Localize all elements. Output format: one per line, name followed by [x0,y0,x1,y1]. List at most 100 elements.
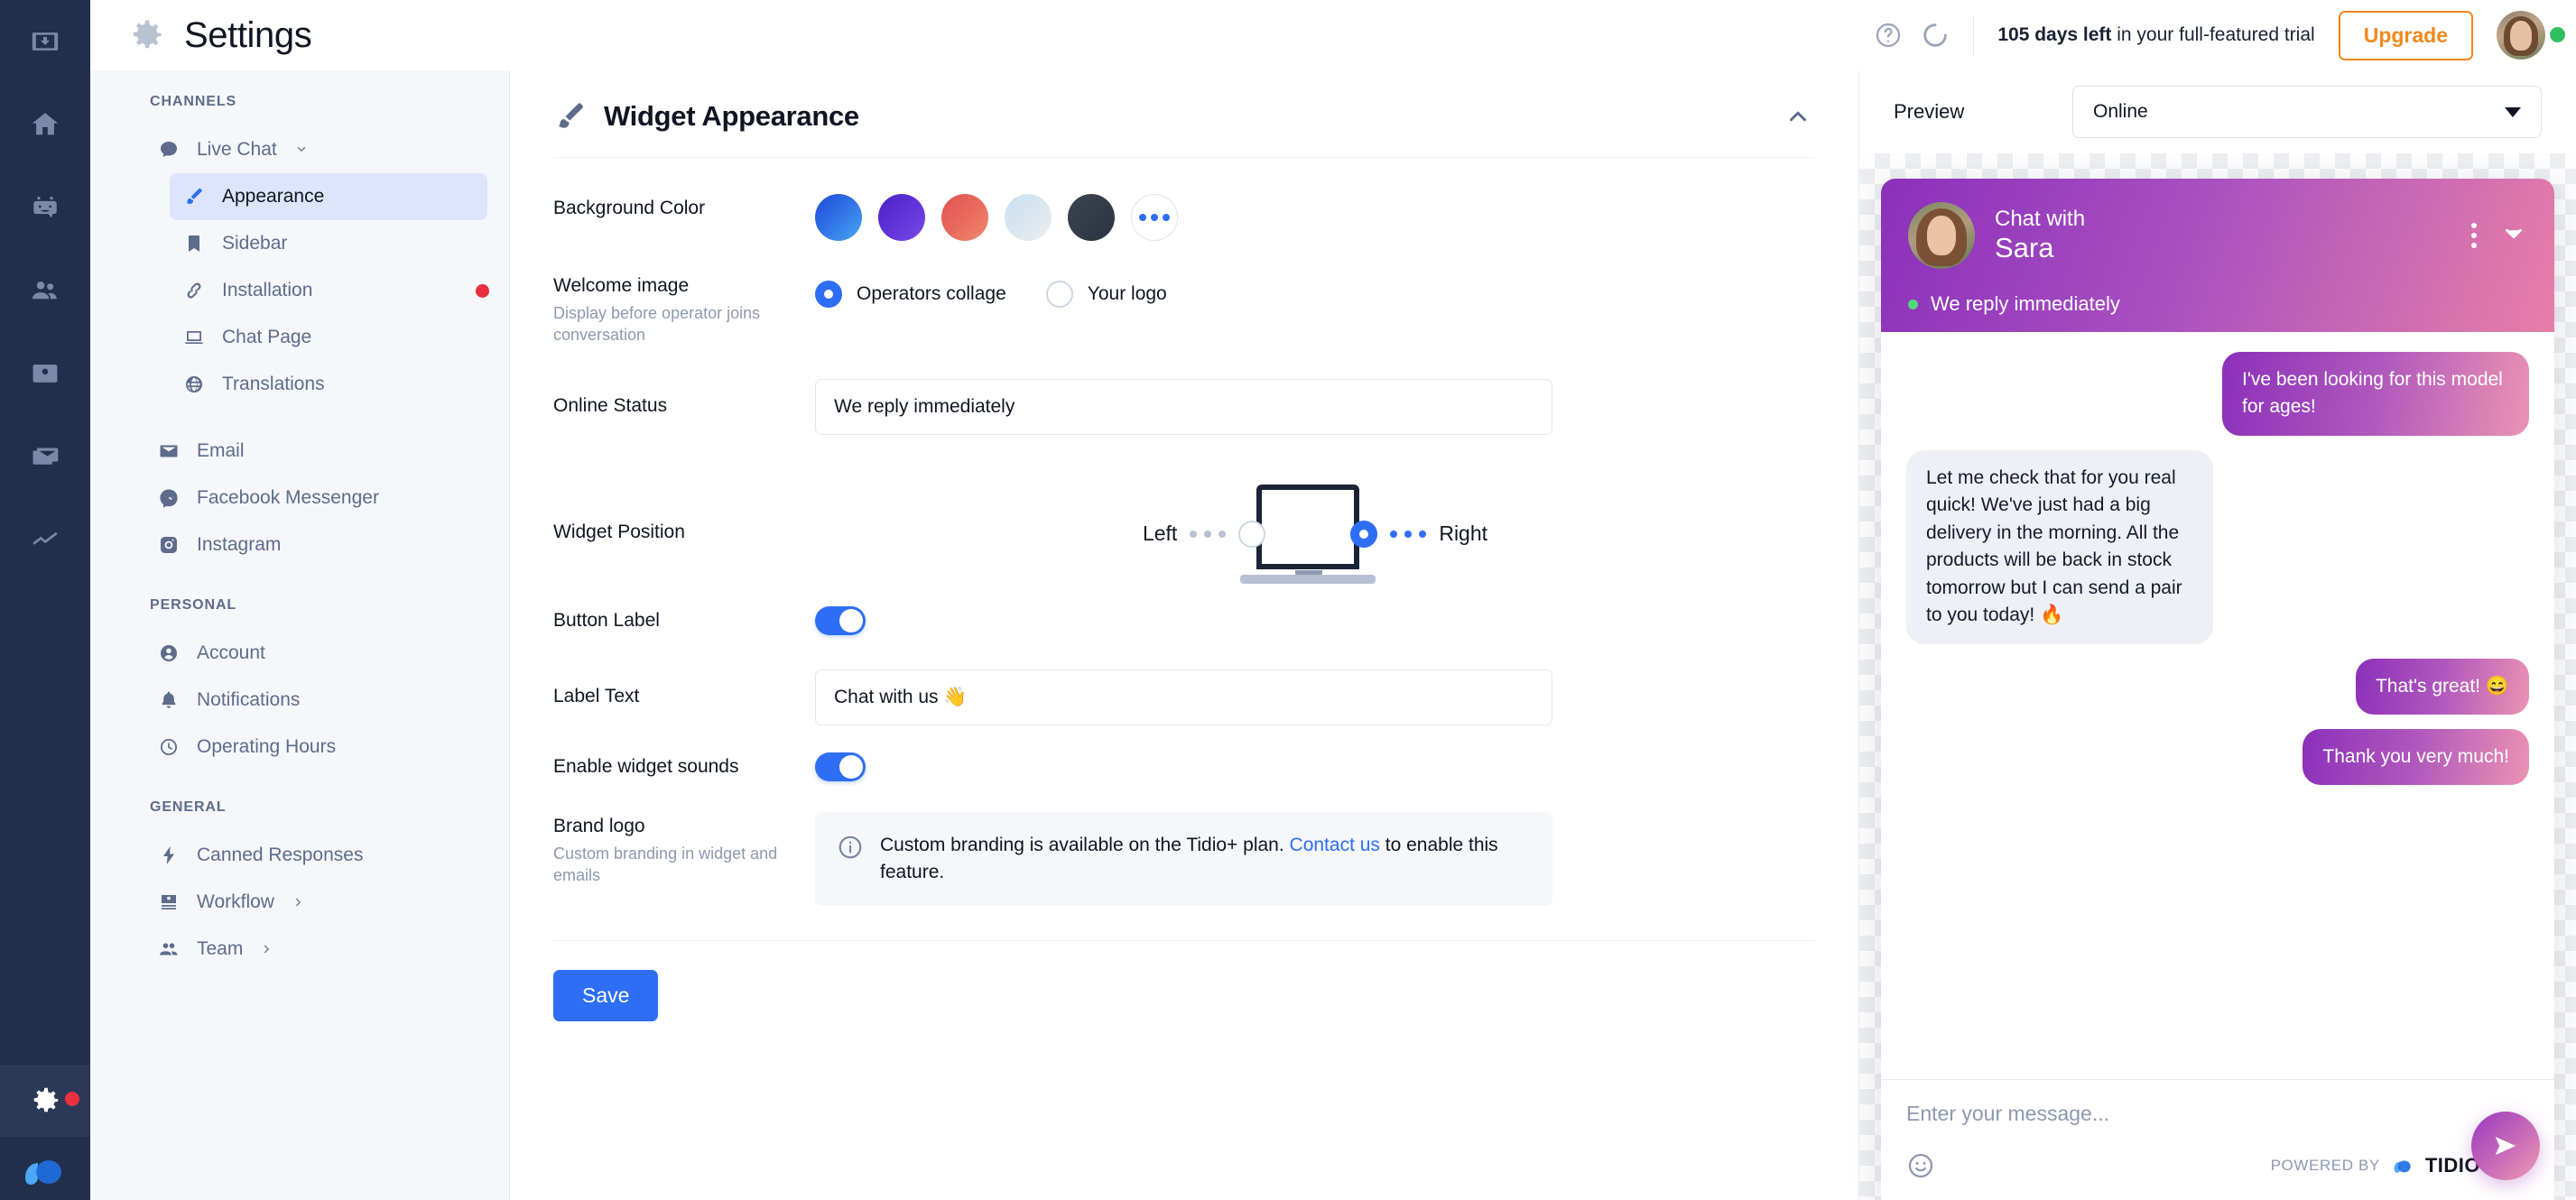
sidebar-item-team[interactable]: Team [144,926,487,973]
info-text-before: Custom branding is available on the Tidi… [880,834,1290,855]
sidebar-item-instagram[interactable]: Instagram [144,522,487,568]
powered-by-group: POWERED BY TIDIO [2271,1154,2480,1177]
position-left-label: Left [1142,522,1178,546]
appearance-form: Background Color Welcome image Display b… [510,158,1858,907]
field-sublabel: Custom branding in widget and emails [553,844,778,884]
sidebar-item-canned-responses[interactable]: Canned Responses [144,832,487,879]
analytics-icon[interactable] [20,514,70,565]
online-status-input[interactable] [815,378,1552,435]
tidio-logo-icon[interactable] [0,1137,90,1200]
avatar[interactable] [2497,11,2565,60]
radio-position-right[interactable] [1350,520,1378,548]
brand-name: TIDIO [2424,1154,2480,1177]
info-circle-icon [837,834,864,861]
chat-bubble-icon [157,138,181,162]
page-title: Settings [184,14,312,55]
save-bar: Save [510,941,1858,1022]
preview-state-select[interactable]: Online [2072,86,2542,138]
radio-position-left[interactable] [1238,520,1266,548]
clock-icon [157,735,181,759]
button-label-toggle[interactable] [815,605,866,635]
color-swatch-dark[interactable] [1068,194,1115,241]
contacts-icon[interactable] [20,348,70,399]
globe-icon [182,373,206,396]
sidebar-item-account[interactable]: Account [144,630,487,677]
sidebar-item-label: Appearance [222,186,325,207]
sidebar-item-facebook-messenger[interactable]: Facebook Messenger [144,475,487,522]
field-label-group: Widget Position [553,462,815,543]
chat-message: Let me check that for you real quick! We… [1906,449,2213,644]
more-dots-icon[interactable] [1131,194,1178,241]
sidebar-item-installation[interactable]: Installation [170,267,489,314]
upgrade-button[interactable]: Upgrade [2338,10,2473,60]
field-label-group: Enable widget sounds [553,756,815,778]
widget-status-text: We reply immediately [1931,292,2120,315]
help-circle-icon[interactable] [1865,12,1912,59]
chatbot-icon[interactable] [20,182,70,233]
sidebar-item-workflow[interactable]: Workflow [144,879,487,926]
mail-icon[interactable] [20,431,70,482]
home-icon[interactable] [20,99,70,150]
sidebar-item-live-chat[interactable]: Live Chat [144,126,487,173]
powered-by-text: POWERED BY [2270,1157,2380,1174]
rail-settings-button[interactable] [0,1065,90,1137]
sidebar-item-notifications[interactable]: Notifications [144,677,487,724]
preview-panel: Preview Online Chat with Sara We reply i… [1859,70,2576,1200]
widget-message-list: I've been looking for this model for age… [1881,332,2554,1079]
card-header: Widget Appearance [510,70,1858,134]
online-status-dot [2550,27,2565,42]
widget-sounds-toggle[interactable] [815,752,866,781]
chat-message: Thank you very much! [2303,728,2529,786]
trial-days: 105 days left [1997,24,2112,45]
sidebar-item-chat-page[interactable]: Chat Page [170,314,487,361]
sidebar-item-label: Installation [222,280,313,300]
status-dot [1908,299,1918,309]
radio-operators-collage[interactable]: Operators collage [815,281,1006,308]
brush-icon [182,185,206,208]
widget-header: Chat with Sara We reply immediately [1881,179,2554,332]
smiley-icon[interactable] [1906,1151,1935,1180]
field-widget-sounds: Enable widget sounds [553,752,1815,781]
send-icon[interactable] [2471,1112,2540,1180]
message-input[interactable]: Enter your message... [1906,1102,2529,1126]
chevron-down-icon [2505,106,2521,117]
color-swatch-blue[interactable] [815,194,862,241]
field-background-color: Background Color [553,194,1815,241]
header-divider [1973,15,1975,55]
field-label-text: Label Text [553,669,1815,725]
bolt-icon [157,844,181,867]
color-swatch-purple[interactable] [878,194,925,241]
color-swatch-light[interactable] [1005,194,1052,241]
settings-column: Settings CHANNELS Live Chat Appearance S… [90,0,510,1200]
widget-composer: Enter your message... POWERED BY TIDIO [1881,1079,2554,1200]
nav-section-personal: PERSONAL [150,597,237,613]
app-root: Settings CHANNELS Live Chat Appearance S… [0,0,2576,1200]
inbox-icon[interactable] [20,16,70,67]
sidebar-item-label: Account [197,642,265,663]
sidebar-item-appearance[interactable]: Appearance [170,173,487,220]
envelope-icon [157,439,181,463]
brand-logo-info-box: Custom branding is available on the Tidi… [815,811,1552,907]
color-swatch-coral[interactable] [941,194,988,241]
save-button[interactable]: Save [553,970,659,1022]
more-vertical-icon[interactable] [2471,223,2477,248]
sidebar-item-translations[interactable]: Translations [170,361,487,408]
chevron-down-icon[interactable] [2500,220,2527,252]
preview-header: Preview Online [1859,70,2576,153]
contact-us-link[interactable]: Contact us [1290,835,1380,855]
radio-your-logo[interactable]: Your logo [1045,281,1167,308]
nav-section-general: GENERAL [150,799,227,815]
welcome-image-options: Operators collage Your logo [815,281,1815,308]
sidebar-item-sidebar[interactable]: Sidebar [170,220,487,267]
left-dots [1190,530,1227,538]
chevron-up-icon[interactable] [1784,103,1812,134]
sidebar-item-operating-hours[interactable]: Operating Hours [144,724,487,771]
loading-spinner-icon[interactable] [1912,12,1959,59]
label-text-input[interactable] [815,669,1552,725]
sidebar-item-label: Facebook Messenger [197,487,379,508]
laptop-icon [1240,484,1376,584]
workflow-icon [157,891,181,914]
user-circle-icon [157,642,181,665]
sidebar-item-email[interactable]: Email [144,428,487,475]
visitors-icon[interactable] [20,265,70,316]
